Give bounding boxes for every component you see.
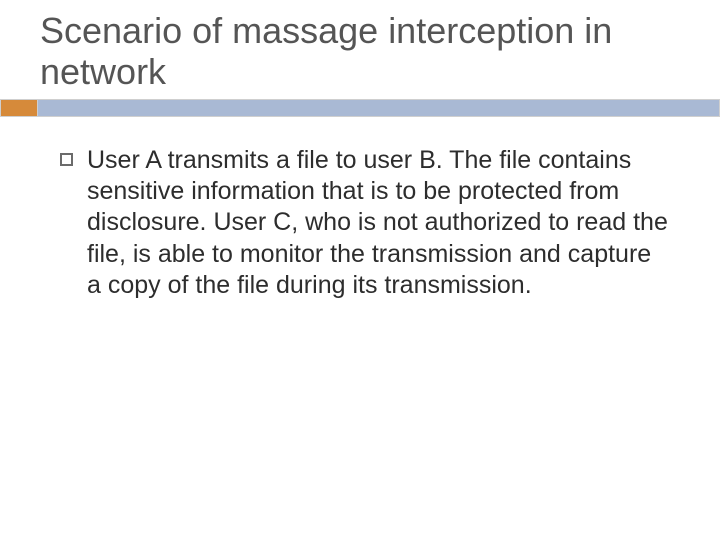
slide-title: Scenario of massage interception in netw… [40,10,680,93]
title-underline-bar [38,99,720,117]
list-item: User A transmits a file to user B. The f… [60,145,670,301]
content-area: User A transmits a file to user B. The f… [0,117,720,301]
title-block: Scenario of massage interception in netw… [0,0,720,93]
title-underline-accent [0,99,38,117]
title-underline [0,99,720,117]
bullet-text: User A transmits a file to user B. The f… [87,145,670,301]
square-bullet-icon [60,153,73,166]
